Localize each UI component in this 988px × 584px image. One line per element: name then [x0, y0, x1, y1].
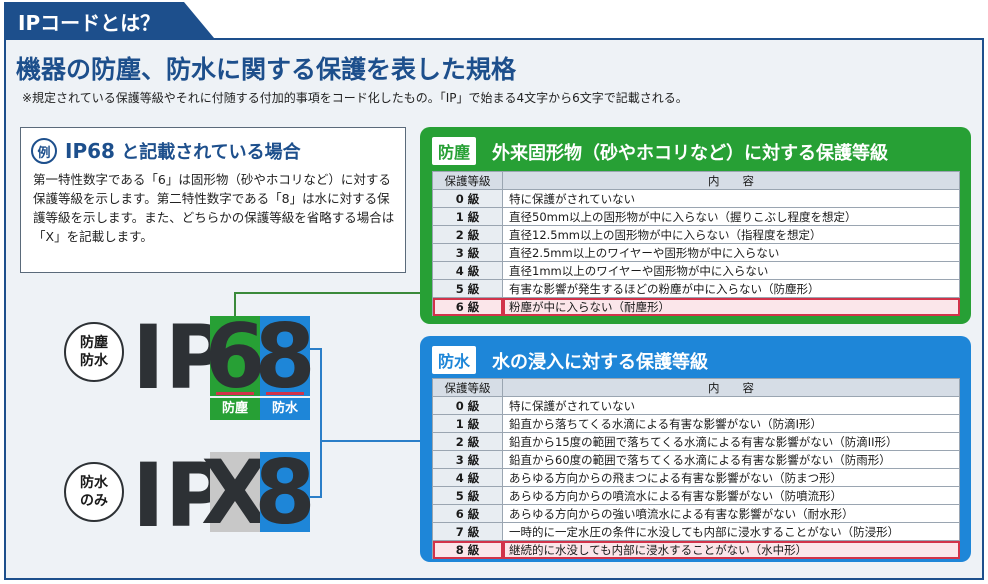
page-note: ※規定されている保護等級やそれに付随する付加的事項をコード化したもの。「IP」で…	[22, 91, 688, 105]
tag-water: 防水	[260, 398, 310, 420]
table-row: 0 級特に保護がされていない	[432, 396, 960, 415]
level-cell: 1 級	[432, 207, 503, 226]
level-cell: 5 級	[432, 486, 503, 505]
example-body: 第一特性数字である「6」は固形物（砂やホコリなど）に対する保護等級を示します。第…	[33, 172, 395, 244]
digit-omitted-row2: X	[201, 440, 269, 544]
header-tab: IPコードとは？	[4, 2, 214, 38]
content-cell: 特に保護がされていない	[502, 189, 960, 208]
level-cell: 8 級	[432, 540, 503, 559]
example-code: IP68	[65, 139, 115, 163]
example-title: IP68 と記載されている場合	[65, 138, 301, 164]
col-content-header: 内 容	[502, 171, 960, 190]
content-cell: あらゆる方向からの飛まつによる有害な影響がない（防まつ形）	[502, 468, 960, 487]
table-row: 1 級鉛直から落ちてくる水滴による有害な影響がない（防滴I形）	[432, 414, 960, 433]
content-cell: あらゆる方向からの噴流水による有害な影響がない（防噴流形）	[502, 486, 960, 505]
content-cell: 直径12.5mm以上の固形物が中に入らない（指程度を想定）	[502, 225, 960, 244]
table-row: 5 級有害な影響が発生するほどの粉塵が中に入らない（防塵形）	[432, 279, 960, 298]
col-content-header: 内 容	[502, 378, 960, 397]
water-table: 保護等級 内 容 0 級特に保護がされていない 1 級鉛直から落ちてくる水滴による…	[432, 378, 960, 559]
digit-dust-row1: 6	[204, 304, 266, 408]
table-row: 4 級あらゆる方向からの飛まつによる有害な影響がない（防まつ形）	[432, 468, 960, 487]
table-row: 1 級直径50mm以上の固形物が中に入らない（握りこぶし程度を想定）	[432, 207, 960, 226]
water-panel: 防水 水の浸入に対する保護等級 保護等級 内 容 0 級特に保護がされていない 1…	[420, 336, 971, 562]
dust-panel-tag: 防塵	[432, 137, 477, 165]
table-row: 6 級あらゆる方向からの強い噴流水による有害な影響がない（耐水形）	[432, 504, 960, 523]
label-dust-water: 防塵 防水	[64, 322, 124, 382]
content-cell: あらゆる方向からの強い噴流水による有害な影響がない（耐水形）	[502, 504, 960, 523]
label-water-only: 防水 のみ	[64, 462, 124, 522]
table-row: 2 級直径12.5mm以上の固形物が中に入らない（指程度を想定）	[432, 225, 960, 244]
dust-table: 保護等級 内 容 0 級特に保護がされていない 1 級直径50mm以上の固形物が中…	[432, 171, 960, 316]
level-cell: 7 級	[432, 522, 503, 541]
example-badge: 例	[31, 138, 57, 164]
level-cell: 3 級	[432, 450, 503, 469]
level-cell: 1 級	[432, 414, 503, 433]
digit-water-row2: 8	[254, 440, 316, 544]
table-row: 5 級あらゆる方向からの噴流水による有害な影響がない（防噴流形）	[432, 486, 960, 505]
level-cell: 2 級	[432, 432, 503, 451]
table-row: 2 級鉛直から15度の範囲で落ちてくる水滴による有害な影響がない（防滴II形）	[432, 432, 960, 451]
content-cell: 鉛直から15度の範囲で落ちてくる水滴による有害な影響がない（防滴II形）	[502, 432, 960, 451]
tag-dust: 防塵	[210, 398, 260, 420]
label-dust-water-line1: 防塵	[80, 335, 108, 351]
table-row: 7 級一時的に一定水圧の条件に水没しても内部に浸水することがない（防浸形）	[432, 522, 960, 541]
content-cell: 継続的に水没しても内部に浸水することがない（水中形）	[502, 540, 960, 559]
header-tab-label: IPコードとは？	[18, 11, 161, 35]
example-box: 例 IP68 と記載されている場合 第一特性数字である「6」は固形物（砂やホコリ…	[20, 127, 406, 273]
label-water-only-line1: 防水	[80, 475, 108, 491]
content-cell: 直径50mm以上の固形物が中に入らない（握りこぶし程度を想定）	[502, 207, 960, 226]
table-row: 3 級直径2.5mm以上のワイヤーや固形物が中に入らない	[432, 243, 960, 262]
table-row: 8 級継続的に水没しても内部に浸水することがない（水中形）	[432, 540, 960, 559]
label-water-only-line2: のみ	[80, 493, 108, 509]
table-header-row: 保護等級 内 容	[432, 378, 960, 397]
content-cell: 鉛直から落ちてくる水滴による有害な影響がない（防滴I形）	[502, 414, 960, 433]
level-cell: 0 級	[432, 189, 503, 208]
content-cell: 直径1mm以上のワイヤーや固形物が中に入らない	[502, 261, 960, 280]
underline-water	[266, 392, 304, 395]
example-title-suffix: と記載されている場合	[114, 142, 301, 163]
label-dust-water-line2: 防水	[80, 353, 108, 369]
table-row: 6 級粉塵が中に入らない（耐塵形）	[432, 297, 960, 316]
col-level-header: 保護等級	[432, 378, 503, 397]
level-cell: 4 級	[432, 261, 503, 280]
water-panel-tag: 防水	[432, 346, 477, 374]
connector-green-horizontal	[234, 292, 422, 294]
content-cell: 粉塵が中に入らない（耐塵形）	[502, 297, 960, 316]
col-level-header: 保護等級	[432, 171, 503, 190]
level-cell: 6 級	[432, 504, 503, 523]
page-title: 機器の防塵、防水に関する保護を表した規格	[16, 55, 517, 84]
content-cell: 直径2.5mm以上のワイヤーや固形物が中に入らない	[502, 243, 960, 262]
table-header-row: 保護等級 内 容	[432, 171, 960, 190]
content-cell: 一時的に一定水圧の条件に水没しても内部に浸水することがない（防浸形）	[502, 522, 960, 541]
digit-water-row1: 8	[254, 304, 316, 408]
level-cell: 3 級	[432, 243, 503, 262]
connector-blue-vertical	[320, 348, 322, 498]
content-cell: 鉛直から60度の範囲で落ちてくる水滴による有害な影響がない（防雨形）	[502, 450, 960, 469]
content-cell: 特に保護がされていない	[502, 396, 960, 415]
dust-panel: 防塵 外来固形物（砂やホコリなど）に対する保護等級 保護等級 内 容 0 級特に…	[420, 127, 971, 324]
dust-panel-title: 外来固形物（砂やホコリなど）に対する保護等級	[492, 143, 888, 164]
underline-dust	[216, 392, 254, 395]
level-cell: 6 級	[432, 297, 503, 316]
level-cell: 2 級	[432, 225, 503, 244]
level-cell: 4 級	[432, 468, 503, 487]
level-cell: 0 級	[432, 396, 503, 415]
connector-blue-horizontal	[320, 440, 422, 442]
table-row: 0 級特に保護がされていない	[432, 189, 960, 208]
level-cell: 5 級	[432, 279, 503, 298]
water-panel-title: 水の浸入に対する保護等級	[492, 352, 708, 373]
content-cell: 有害な影響が発生するほどの粉塵が中に入らない（防塵形）	[502, 279, 960, 298]
table-row: 3 級鉛直から60度の範囲で落ちてくる水滴による有害な影響がない（防雨形）	[432, 450, 960, 469]
table-row: 4 級直径1mm以上のワイヤーや固形物が中に入らない	[432, 261, 960, 280]
